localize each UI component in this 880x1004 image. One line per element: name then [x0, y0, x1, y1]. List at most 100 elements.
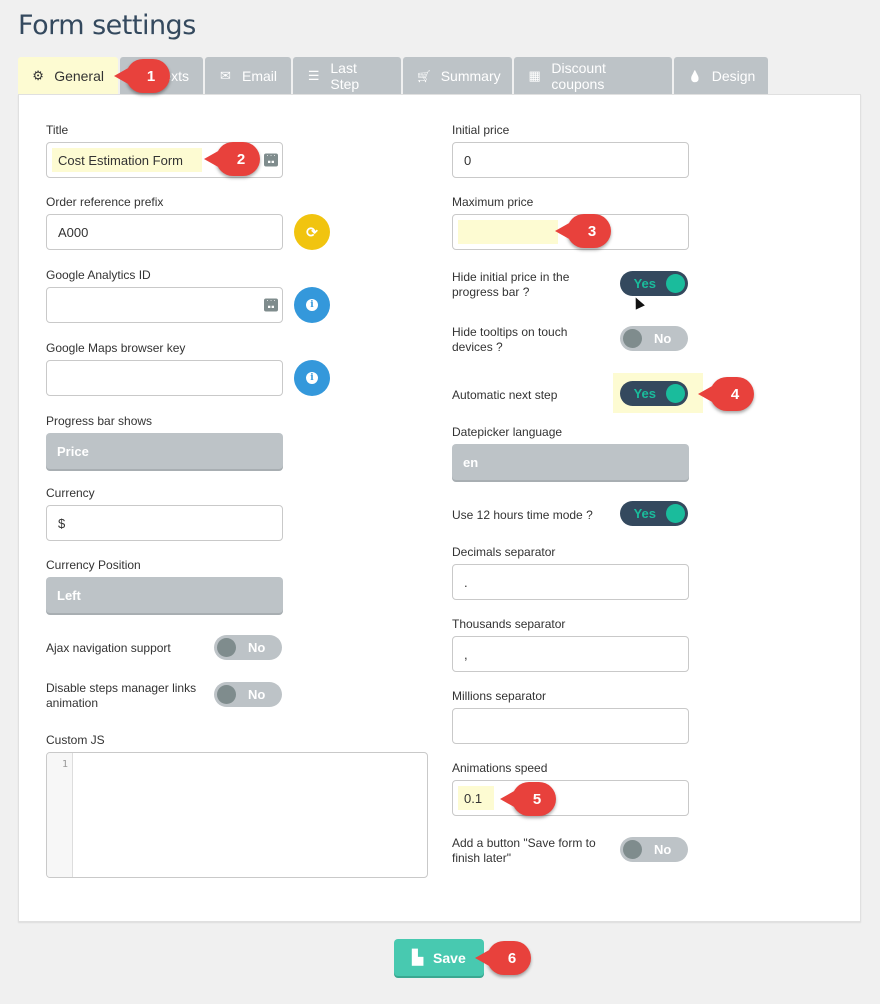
envelope-icon: ✉ [220, 68, 231, 83]
ga-id-input[interactable]: ··· ▪▪ [46, 287, 283, 323]
decimals-sep-input[interactable]: . [452, 564, 689, 600]
tab-label: General [54, 68, 104, 84]
custom-js-editor[interactable]: 1 [46, 752, 428, 878]
toggle-state: No [654, 331, 672, 346]
anim-speed-input[interactable]: 0.1 [452, 780, 689, 816]
page-title: Form settings [18, 10, 196, 41]
decimals-sep-value: . [464, 574, 468, 590]
ga-info-button[interactable]: i [294, 287, 330, 323]
tab-design[interactable]: 💧 Design [674, 57, 768, 95]
toggle-knob [666, 384, 685, 403]
order-prefix-value: A000 [58, 224, 89, 240]
save-label: Save [433, 949, 466, 966]
save-later-toggle[interactable]: No [620, 837, 688, 862]
hours12-toggle[interactable]: Yes [620, 501, 688, 526]
refresh-icon: ⟳ [306, 223, 318, 240]
currency-position-select[interactable]: Left [46, 577, 283, 613]
initial-price-input[interactable]: 0 [452, 142, 689, 178]
tab-label: Design [711, 68, 756, 84]
save-button[interactable]: ▙ Save [394, 939, 484, 976]
save-later-label: Add a button "Save form to finish later" [452, 836, 596, 865]
currency-input[interactable]: $ [46, 505, 283, 541]
hide-tooltips-toggle[interactable]: No [620, 326, 688, 351]
toggle-state: Yes [633, 506, 656, 521]
millions-sep-label: Millions separator [452, 689, 547, 703]
custom-js-label: Custom JS [46, 733, 105, 747]
datepicker-lang-label: Datepicker language [452, 425, 563, 439]
order-prefix-input[interactable]: A000 [46, 214, 283, 250]
callout-2: 2 [216, 142, 260, 176]
toggle-knob [666, 504, 685, 523]
title-label: Title [46, 123, 69, 137]
settings-panel: Title Cost Estimation Form ··· ▪▪ Order r… [18, 94, 861, 922]
callout-5: 5 [512, 782, 556, 816]
gear-icon: ⚙ [32, 68, 44, 83]
initial-price-label: Initial price [452, 123, 510, 137]
ajax-nav-label: Ajax navigation support [46, 641, 171, 655]
tab-label: Summary [440, 68, 501, 84]
max-price-value [458, 220, 558, 244]
info-icon: i [306, 299, 318, 311]
disable-anim-label: Disable steps manager links animation [46, 681, 197, 710]
order-prefix-label: Order reference prefix [46, 195, 164, 209]
maps-key-input[interactable] [46, 360, 283, 396]
droplet-icon: 💧 [688, 70, 702, 83]
tab-general[interactable]: ⚙ General [18, 57, 118, 95]
gift-icon: ▦ [528, 68, 541, 83]
currency-position-label: Currency Position [46, 558, 141, 572]
millions-sep-input[interactable] [452, 708, 689, 744]
toggle-knob [623, 329, 642, 348]
info-icon: i [306, 372, 318, 384]
ga-id-label: Google Analytics ID [46, 268, 151, 282]
toggle-state: No [654, 842, 672, 857]
auto-next-label: Automatic next step [452, 388, 558, 402]
line-number: 1 [47, 753, 73, 877]
title-value: Cost Estimation Form [52, 148, 202, 172]
progress-shows-select[interactable]: Price [46, 433, 283, 469]
thousands-sep-label: Thousands separator [452, 617, 566, 631]
floppy-icon: ▙ [412, 949, 424, 965]
tab-summary[interactable]: 🛒 Summary [403, 57, 512, 95]
tab-email[interactable]: ✉ Email [205, 57, 291, 95]
toggle-knob [217, 638, 236, 657]
refresh-prefix-button[interactable]: ⟳ [294, 214, 330, 250]
hide-initial-toggle[interactable]: Yes [620, 271, 688, 296]
variable-icon[interactable]: ··· ▪▪ [264, 153, 278, 167]
decimals-sep-label: Decimals separator [452, 545, 556, 559]
anim-speed-label: Animations speed [452, 761, 548, 775]
callout-3: 3 [567, 214, 611, 248]
currency-value: $ [58, 515, 66, 531]
hide-initial-label: Hide initial price in the progress bar ? [452, 270, 570, 299]
maps-key-label: Google Maps browser key [46, 341, 186, 355]
variable-icon[interactable]: ··· ▪▪ [264, 298, 278, 312]
thousands-sep-input[interactable]: , [452, 636, 689, 672]
tab-label: Discount coupons [551, 60, 606, 92]
tab-label: Last Step [330, 60, 360, 92]
tab-label: Email [241, 68, 277, 84]
ajax-nav-toggle[interactable]: No [214, 635, 282, 660]
auto-next-toggle[interactable]: Yes [620, 381, 688, 406]
callout-4: 4 [710, 377, 754, 411]
initial-price-value: 0 [464, 152, 472, 168]
datepicker-lang-select[interactable]: en [452, 444, 689, 480]
disable-anim-toggle[interactable]: No [214, 682, 282, 707]
currency-label: Currency [46, 486, 95, 500]
anim-speed-value: 0.1 [458, 786, 494, 810]
progress-shows-label: Progress bar shows [46, 414, 153, 428]
maps-info-button[interactable]: i [294, 360, 330, 396]
hours12-label: Use 12 hours time mode ? [452, 508, 593, 522]
cart-icon: 🛒 [417, 70, 431, 83]
toggle-state: Yes [633, 276, 656, 291]
callout-6: 6 [487, 941, 531, 975]
toggle-knob [217, 685, 236, 704]
toggle-state: No [248, 687, 266, 702]
toggle-knob [666, 274, 685, 293]
tab-last-step[interactable]: ☰ Last Step [293, 57, 401, 95]
toggle-knob [623, 840, 642, 859]
hide-tooltips-label: Hide tooltips on touch devices ? [452, 325, 568, 354]
toggle-state: Yes [633, 386, 656, 401]
toggle-state: No [248, 640, 266, 655]
tab-discount-coupons[interactable]: ▦ Discount coupons [514, 57, 672, 95]
max-price-label: Maximum price [452, 195, 534, 209]
callout-1: 1 [126, 59, 170, 93]
